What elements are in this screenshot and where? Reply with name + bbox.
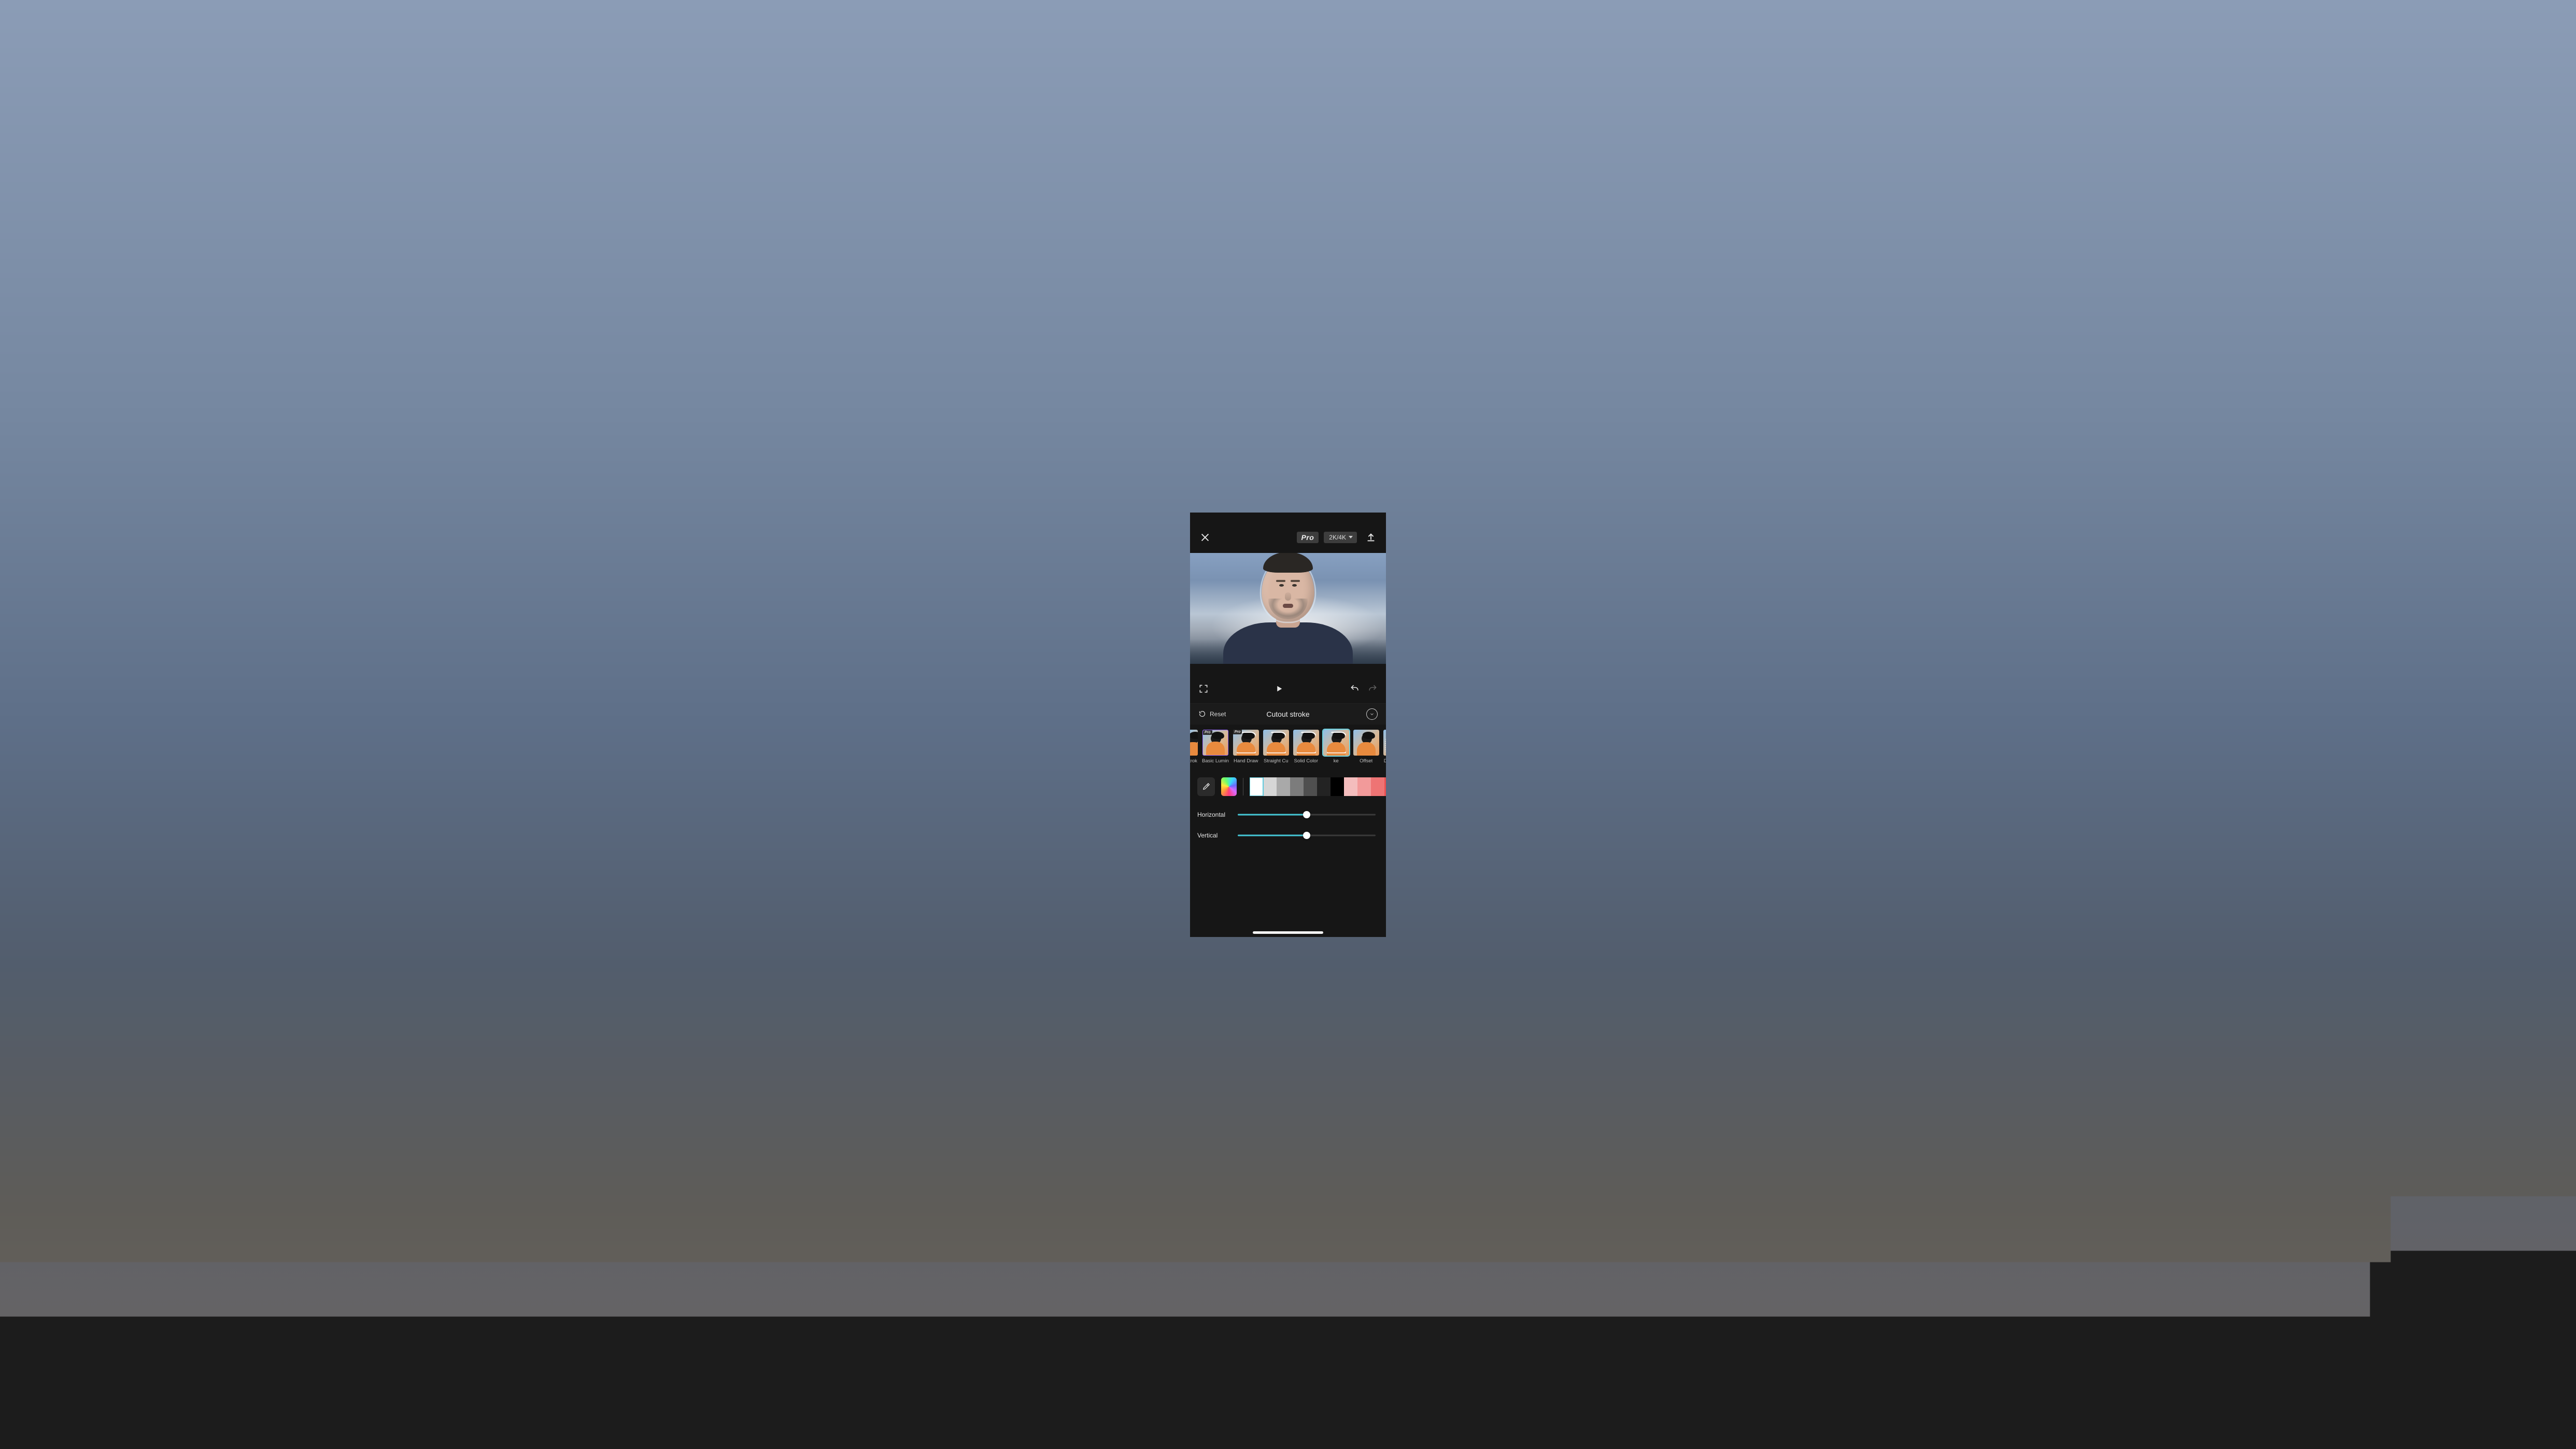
color-swatch[interactable]: [1371, 777, 1384, 796]
preset-hand-drawn[interactable]: Pro Hand Draw: [1233, 730, 1259, 764]
preset-strip[interactable]: trok Pro Basic Lumin Pro Hand Draw Straight C…: [1190, 724, 1386, 769]
eyedropper-button[interactable]: [1197, 777, 1215, 796]
pro-mini-badge: Pro: [1203, 730, 1212, 735]
preview-subject: [1221, 563, 1355, 664]
color-swatch[interactable]: [1277, 777, 1290, 796]
preset-label: ke: [1334, 758, 1339, 764]
slider-knob[interactable]: [1303, 811, 1310, 818]
top-bar: Pro 2K/4K: [1190, 522, 1386, 553]
fullscreen-button[interactable]: [1198, 684, 1209, 694]
preset-label: Solid Color: [1294, 758, 1318, 764]
fullscreen-icon: [1198, 684, 1209, 694]
redo-icon: [1367, 684, 1378, 694]
transport-bar: [1190, 674, 1386, 703]
vertical-slider-row: Vertical: [1190, 825, 1386, 846]
horizontal-label: Horizontal: [1197, 811, 1229, 818]
vertical-slider[interactable]: [1238, 830, 1376, 841]
video-preview[interactable]: [1190, 553, 1386, 664]
color-swatch[interactable]: [1384, 777, 1386, 796]
color-swatch[interactable]: [1263, 777, 1277, 796]
redo-button: [1367, 684, 1378, 694]
chevron-down-icon: [1369, 712, 1375, 717]
reset-button[interactable]: Reset: [1198, 710, 1226, 718]
color-swatches: [1250, 777, 1386, 796]
preset-straight-cut[interactable]: Straight Cu: [1263, 730, 1289, 764]
home-indicator[interactable]: [1253, 931, 1323, 934]
color-swatch[interactable]: [1344, 777, 1357, 796]
vertical-label: Vertical: [1197, 832, 1229, 839]
preset-label: Straight Cu: [1264, 758, 1289, 764]
panel-title: Cutout stroke: [1266, 710, 1309, 718]
app-frame: Pro 2K/4K: [1190, 513, 1386, 937]
preset-label: trok: [1190, 758, 1197, 764]
pro-mini-badge: Pro: [1233, 730, 1242, 734]
preset-label: Dotted Stro: [1384, 758, 1386, 764]
preset-offset[interactable]: Offset: [1353, 730, 1379, 764]
preset-label: Hand Draw: [1234, 758, 1258, 764]
play-icon: [1275, 684, 1284, 693]
preset-stroke-partial[interactable]: trok: [1190, 730, 1198, 764]
export-button[interactable]: [1365, 532, 1377, 543]
upload-icon: [1365, 532, 1377, 543]
play-button[interactable]: [1275, 684, 1284, 693]
chevron-down-icon: [1349, 536, 1353, 538]
horizontal-slider[interactable]: [1238, 809, 1376, 820]
color-swatch[interactable]: [1357, 777, 1371, 796]
color-swatch[interactable]: [1317, 777, 1331, 796]
preset-solid-color[interactable]: Solid Color: [1293, 730, 1319, 764]
reset-label: Reset: [1210, 711, 1226, 718]
undo-button[interactable]: [1350, 684, 1360, 694]
color-row: [1190, 769, 1386, 804]
color-picker-button[interactable]: [1221, 777, 1237, 796]
slider-knob[interactable]: [1303, 832, 1310, 839]
close-icon: [1199, 532, 1211, 543]
close-button[interactable]: [1199, 532, 1211, 543]
preset-basic-luminous[interactable]: Pro Basic Lumin: [1202, 730, 1229, 764]
horizontal-slider-row: Horizontal: [1190, 804, 1386, 825]
preset-label: Basic Lumin: [1202, 758, 1229, 764]
panel-header: Reset Cutout stroke: [1190, 703, 1386, 724]
preset-label: Offset: [1360, 758, 1372, 764]
eyedropper-icon: [1202, 782, 1211, 791]
resolution-selector[interactable]: 2K/4K: [1324, 532, 1357, 543]
pro-badge[interactable]: Pro: [1297, 532, 1319, 543]
color-swatch[interactable]: [1304, 777, 1317, 796]
preset-ke[interactable]: ke: [1323, 730, 1349, 764]
reset-icon: [1198, 710, 1206, 718]
collapse-panel-button[interactable]: [1366, 708, 1378, 720]
color-swatch[interactable]: [1290, 777, 1304, 796]
preset-dotted-stroke[interactable]: Dotted Stro: [1383, 730, 1386, 764]
color-swatch[interactable]: [1250, 777, 1263, 796]
color-swatch[interactable]: [1331, 777, 1344, 796]
undo-icon: [1350, 684, 1360, 694]
resolution-label: 2K/4K: [1329, 534, 1346, 541]
